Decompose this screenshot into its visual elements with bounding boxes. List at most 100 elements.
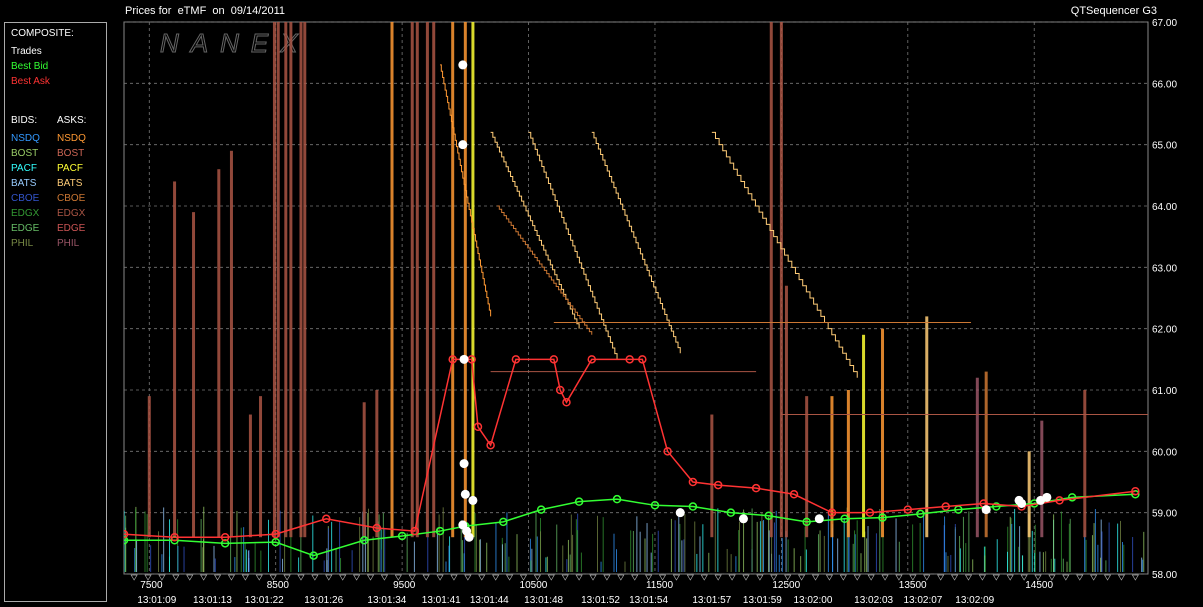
- x-seq-tick-label: 12500: [772, 580, 800, 591]
- x-minor-tick: [978, 574, 987, 581]
- x-minor-tick: [561, 574, 569, 581]
- x-minor-tick: [464, 574, 472, 581]
- trade-point: [458, 60, 468, 70]
- x-time-tick-label: 13:01:52: [581, 595, 620, 606]
- x-minor-tick: [366, 574, 375, 581]
- x-time-tick-label: 13:02:09: [955, 595, 994, 606]
- x-minor-tick: [631, 574, 639, 581]
- ask-spike: [805, 396, 809, 538]
- x-time-tick-label: 13:01:59: [743, 595, 782, 606]
- x-minor-tick: [450, 574, 458, 581]
- ask-spike: [217, 169, 221, 538]
- y-tick-label: 61.00: [1152, 386, 1177, 397]
- ask-spike: [229, 150, 233, 538]
- ask-spike: [975, 377, 979, 538]
- x-minor-tick: [255, 574, 263, 581]
- y-tick-label: 67.00: [1152, 18, 1177, 29]
- x-minor-tick: [436, 574, 444, 581]
- ask-spike: [410, 22, 414, 538]
- ask-spike: [259, 396, 263, 538]
- x-minor-tick: [505, 574, 514, 581]
- y-tick-label: 63.00: [1152, 263, 1177, 274]
- y-tick-label: 64.00: [1152, 202, 1177, 213]
- x-time-tick-label: 13:01:41: [422, 595, 461, 606]
- x-minor-tick: [589, 574, 597, 581]
- x-time-tick-label: 13:02:07: [903, 595, 942, 606]
- y-tick-label: 60.00: [1152, 447, 1177, 458]
- x-time-tick-label: 13:02:00: [793, 595, 832, 606]
- x-minor-tick: [1062, 574, 1070, 581]
- ask-spike: [415, 22, 419, 538]
- x-minor-tick: [756, 574, 764, 581]
- y-tick-label: 62.00: [1152, 325, 1177, 336]
- trade-point: [738, 514, 748, 524]
- x-minor-tick: [686, 574, 694, 581]
- x-minor-tick: [603, 574, 611, 581]
- trade-point: [981, 505, 991, 515]
- ask-spike: [284, 22, 288, 538]
- x-time-tick-label: 13:01:57: [692, 595, 731, 606]
- x-seq-tick-label: 9500: [393, 580, 416, 591]
- x-minor-tick: [1131, 574, 1139, 581]
- x-time-tick-label: 13:01:44: [470, 595, 509, 606]
- x-minor-tick: [700, 574, 708, 581]
- ask-spike: [272, 22, 276, 538]
- x-minor-tick: [811, 574, 820, 581]
- ask-spike: [248, 414, 252, 538]
- y-tick-label: 66.00: [1152, 79, 1177, 90]
- x-seq-tick-label: 13500: [899, 580, 927, 591]
- x-minor-tick: [1090, 574, 1098, 581]
- x-seq-tick-label: 11500: [646, 580, 674, 591]
- ask-spike: [710, 414, 714, 538]
- ask-spike: [192, 212, 196, 538]
- trade-point: [458, 140, 468, 150]
- x-minor-tick: [728, 574, 736, 581]
- x-minor-tick: [950, 574, 959, 581]
- ask-spike: [375, 390, 379, 538]
- ask-spike: [299, 22, 303, 538]
- ask-spike: [862, 334, 866, 538]
- x-minor-tick: [352, 574, 361, 581]
- x-minor-tick: [867, 574, 875, 581]
- x-minor-tick: [339, 574, 347, 581]
- x-seq-tick-label: 10500: [520, 580, 548, 591]
- x-minor-tick: [200, 574, 208, 581]
- x-minor-tick: [325, 574, 333, 581]
- trade-point: [459, 459, 469, 469]
- trade-point: [675, 508, 685, 518]
- ask-spike: [1040, 420, 1044, 538]
- ask-spike: [779, 22, 783, 538]
- x-minor-tick: [241, 574, 249, 581]
- x-minor-tick: [1103, 574, 1112, 581]
- ask-spike: [769, 22, 773, 538]
- x-minor-tick: [617, 574, 625, 581]
- price-chart: NANEX 58.0059.0060.0061.0062.0063.0064.0…: [123, 18, 1177, 606]
- trade-point: [468, 495, 478, 505]
- x-minor-tick: [492, 574, 500, 581]
- x-minor-tick: [297, 574, 305, 581]
- x-time-tick-label: 13:01:09: [137, 595, 176, 606]
- x-minor-tick: [380, 574, 389, 581]
- ask-spike: [471, 22, 475, 538]
- x-minor-tick: [213, 574, 222, 581]
- x-minor-tick: [130, 574, 138, 581]
- x-axis: 7500 8500 9500 10500 11500 12500 13500 14500 13:…: [130, 574, 1139, 606]
- x-minor-tick: [964, 574, 973, 581]
- ask-spike: [925, 316, 929, 538]
- x-minor-tick: [422, 574, 430, 581]
- trade-point: [460, 489, 470, 499]
- ask-spike: [289, 22, 293, 538]
- x-time-tick-label: 13:01:26: [304, 595, 343, 606]
- x-minor-tick: [825, 574, 834, 581]
- x-time-tick-label: 13:01:13: [193, 595, 232, 606]
- x-minor-tick: [478, 574, 486, 581]
- x-minor-tick: [227, 574, 236, 581]
- trade-point: [1017, 498, 1027, 508]
- ask-spike: [147, 396, 151, 538]
- trade-point: [1042, 492, 1052, 502]
- y-tick-label: 59.00: [1152, 509, 1177, 520]
- x-minor-tick: [853, 574, 861, 581]
- x-minor-tick: [992, 574, 1000, 581]
- x-minor-tick: [575, 574, 583, 581]
- x-minor-tick: [1117, 574, 1126, 581]
